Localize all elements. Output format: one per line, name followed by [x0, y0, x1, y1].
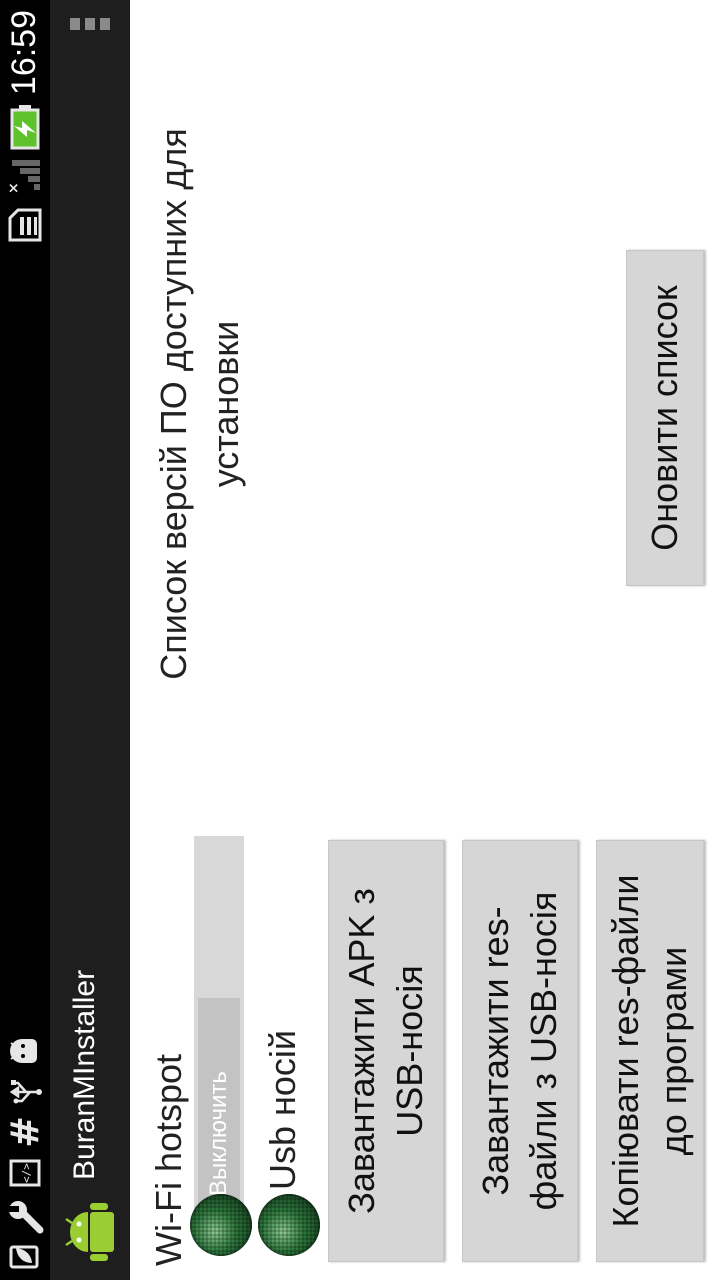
overflow-menu-icon[interactable]: [66, 12, 114, 36]
refresh-list-button[interactable]: Оновити список: [626, 250, 704, 586]
wifi-toggle-track[interactable]: Выключить: [194, 836, 244, 1240]
load-res-button[interactable]: Завантажити res-файли з USB-носія: [462, 840, 578, 1262]
android-debug-icon: [10, 1039, 37, 1063]
screen: </> # ×: [0, 0, 720, 1280]
signal-icon: ×: [6, 160, 40, 194]
hash-icon: #: [6, 1116, 44, 1148]
wrench-icon: [9, 1201, 44, 1234]
wifi-hotspot-label: Wi-Fi hotspot: [148, 1053, 189, 1266]
versions-list[interactable]: [270, 84, 600, 724]
leaf-icon: [9, 1245, 39, 1269]
status-bar: </> # ×: [0, 0, 50, 1280]
svg-text:#: #: [6, 1116, 44, 1148]
battery-charging-icon: [10, 105, 40, 150]
usb-storage-label: Usb носій: [262, 1029, 303, 1190]
action-bar: BuranMInstaller: [50, 0, 130, 1280]
svg-text:×: ×: [6, 182, 22, 194]
copy-res-button[interactable]: Копіювати res-файли до програми: [596, 840, 704, 1262]
usb-icon: [9, 1080, 42, 1104]
code-icon: </>: [9, 1159, 41, 1187]
wifi-toggle-button[interactable]: Выключить: [198, 998, 240, 1204]
app-title: BuranMInstaller: [68, 969, 101, 1180]
sim-icon: [8, 208, 42, 242]
versions-list-title: Список версій ПО доступних для установки: [153, 128, 246, 680]
status-time: 16:59: [5, 10, 43, 96]
usb-status-led: [258, 1194, 320, 1256]
load-apk-button[interactable]: Завантажити APK з USB-носія: [328, 840, 444, 1262]
svg-text:</>: </>: [20, 1163, 33, 1183]
android-icon[interactable]: [62, 1202, 120, 1262]
wifi-status-led: [190, 1194, 252, 1256]
